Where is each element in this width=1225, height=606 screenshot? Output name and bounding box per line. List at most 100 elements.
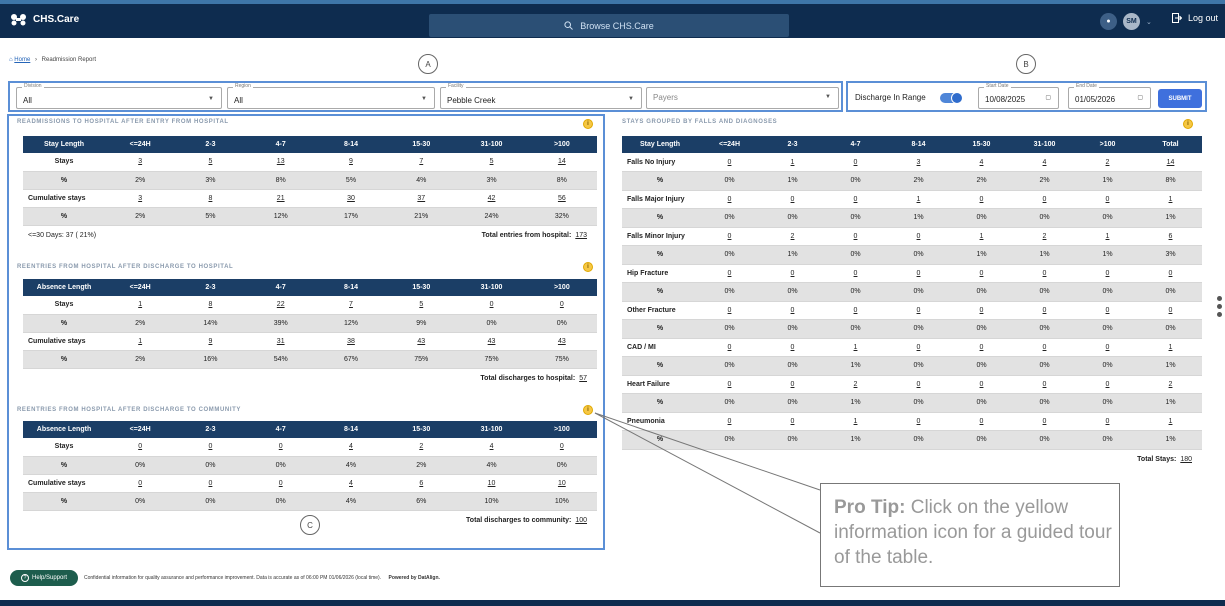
region-select[interactable]: Region All ▼ bbox=[227, 83, 435, 109]
cell-link[interactable]: 0 bbox=[208, 480, 212, 487]
cell-link[interactable]: 21 bbox=[277, 195, 285, 202]
cell-link[interactable]: 0 bbox=[560, 443, 564, 450]
cell-link[interactable]: 0 bbox=[728, 344, 732, 351]
reentries-hospital-info-icon[interactable]: i bbox=[583, 262, 593, 272]
cell-link[interactable]: 0 bbox=[980, 344, 984, 351]
cell-link[interactable]: 0 bbox=[1106, 270, 1110, 277]
user-menu[interactable]: SM ⌄ bbox=[1123, 13, 1152, 30]
breadcrumb-home-link[interactable]: Home bbox=[14, 57, 30, 63]
help-support-button[interactable]: ? Help/Support bbox=[10, 570, 78, 586]
cell-link[interactable]: 0 bbox=[1043, 344, 1047, 351]
cell-link[interactable]: 8 bbox=[208, 195, 212, 202]
cell-link[interactable]: 0 bbox=[854, 196, 858, 203]
cell-link[interactable]: 1 bbox=[854, 344, 858, 351]
cell-link[interactable]: 0 bbox=[917, 233, 921, 240]
cell-link[interactable]: 0 bbox=[728, 159, 732, 166]
cell-link[interactable]: 0 bbox=[1043, 307, 1047, 314]
cell-link[interactable]: 0 bbox=[854, 159, 858, 166]
cell-link[interactable]: 5 bbox=[208, 158, 212, 165]
start-date-field[interactable]: Start Date 10/08/2025 ▢ bbox=[978, 83, 1059, 109]
cell-link[interactable]: 2 bbox=[419, 443, 423, 450]
footer-total-link[interactable]: 57 bbox=[579, 375, 587, 382]
division-select[interactable]: Division All ▼ bbox=[16, 83, 222, 109]
cell-link[interactable]: 3 bbox=[138, 195, 142, 202]
cell-link[interactable]: 0 bbox=[138, 443, 142, 450]
cell-link[interactable]: 43 bbox=[558, 338, 566, 345]
cell-link[interactable]: 0 bbox=[917, 344, 921, 351]
cell-link[interactable]: 2 bbox=[1169, 381, 1173, 388]
cell-link[interactable]: 30 bbox=[347, 195, 355, 202]
cell-link[interactable]: 1 bbox=[791, 159, 795, 166]
cell-link[interactable]: 0 bbox=[917, 381, 921, 388]
cell-link[interactable]: 0 bbox=[208, 443, 212, 450]
cell-link[interactable]: 0 bbox=[728, 233, 732, 240]
cell-link[interactable]: 0 bbox=[1043, 270, 1047, 277]
facility-select[interactable]: Facility Pebble Creek ▼ bbox=[440, 83, 642, 109]
cell-link[interactable]: 4 bbox=[980, 159, 984, 166]
cell-link[interactable]: 0 bbox=[1043, 196, 1047, 203]
cell-link[interactable]: 14 bbox=[1167, 159, 1175, 166]
cell-link[interactable]: 0 bbox=[917, 270, 921, 277]
cell-link[interactable]: 22 bbox=[277, 301, 285, 308]
cell-link[interactable]: 6 bbox=[419, 480, 423, 487]
cell-link[interactable]: 0 bbox=[1043, 381, 1047, 388]
cell-link[interactable]: 1 bbox=[1169, 418, 1173, 425]
cell-link[interactable]: 0 bbox=[1169, 270, 1173, 277]
cell-link[interactable]: 5 bbox=[490, 158, 494, 165]
cell-link[interactable]: 7 bbox=[349, 301, 353, 308]
footer-total-link[interactable]: 173 bbox=[575, 232, 587, 239]
calendar-icon[interactable]: ▢ bbox=[1045, 94, 1051, 101]
cell-link[interactable]: 2 bbox=[1043, 233, 1047, 240]
end-date-field[interactable]: End Date 01/05/2026 ▢ bbox=[1068, 83, 1151, 109]
calendar-icon[interactable]: ▢ bbox=[1137, 94, 1143, 101]
cell-link[interactable]: 0 bbox=[728, 196, 732, 203]
cell-link[interactable]: 9 bbox=[208, 338, 212, 345]
cell-link[interactable]: 0 bbox=[917, 307, 921, 314]
cell-link[interactable]: 1 bbox=[1106, 233, 1110, 240]
cell-link[interactable]: 4 bbox=[349, 443, 353, 450]
readmissions-info-icon[interactable]: i bbox=[583, 119, 593, 129]
footer-total-link[interactable]: 180 bbox=[1180, 456, 1192, 463]
cell-link[interactable]: 0 bbox=[560, 301, 564, 308]
cell-link[interactable]: 0 bbox=[791, 307, 795, 314]
browse-search-input[interactable]: Browse CHS.Care bbox=[429, 14, 789, 37]
payers-select[interactable]: Payers ▼ bbox=[646, 87, 839, 109]
cell-link[interactable]: 43 bbox=[417, 338, 425, 345]
cell-link[interactable]: 0 bbox=[490, 301, 494, 308]
cell-link[interactable]: 0 bbox=[138, 480, 142, 487]
cell-link[interactable]: 0 bbox=[791, 381, 795, 388]
cell-link[interactable]: 0 bbox=[854, 270, 858, 277]
cell-link[interactable]: 42 bbox=[488, 195, 496, 202]
cell-link[interactable]: 1 bbox=[138, 301, 142, 308]
cell-link[interactable]: 0 bbox=[980, 381, 984, 388]
falls-info-icon[interactable]: i bbox=[1183, 119, 1193, 129]
cell-link[interactable]: 4 bbox=[1043, 159, 1047, 166]
cell-link[interactable]: 43 bbox=[488, 338, 496, 345]
cell-link[interactable]: 1 bbox=[1169, 196, 1173, 203]
cell-link[interactable]: 0 bbox=[854, 307, 858, 314]
discharge-in-range-toggle[interactable] bbox=[940, 92, 963, 104]
submit-button[interactable]: SUBMIT bbox=[1158, 89, 1202, 108]
cell-link[interactable]: 0 bbox=[980, 307, 984, 314]
cell-link[interactable]: 3 bbox=[917, 159, 921, 166]
cell-link[interactable]: 0 bbox=[728, 381, 732, 388]
cell-link[interactable]: 0 bbox=[854, 233, 858, 240]
cell-link[interactable]: 0 bbox=[279, 443, 283, 450]
cell-link[interactable]: 0 bbox=[980, 270, 984, 277]
notifications-button[interactable]: ● bbox=[1100, 13, 1117, 30]
cell-link[interactable]: 1 bbox=[917, 196, 921, 203]
cell-link[interactable]: 37 bbox=[417, 195, 425, 202]
cell-link[interactable]: 5 bbox=[419, 301, 423, 308]
cell-link[interactable]: 4 bbox=[349, 480, 353, 487]
cell-link[interactable]: 0 bbox=[1106, 381, 1110, 388]
cell-link[interactable]: 0 bbox=[1169, 307, 1173, 314]
cell-link[interactable]: 56 bbox=[558, 195, 566, 202]
cell-link[interactable]: 1 bbox=[980, 233, 984, 240]
cell-link[interactable]: 3 bbox=[138, 158, 142, 165]
cell-link[interactable]: 0 bbox=[980, 196, 984, 203]
footer-total-link[interactable]: 100 bbox=[575, 517, 587, 524]
cell-link[interactable]: 2 bbox=[1106, 159, 1110, 166]
cell-link[interactable]: 0 bbox=[1106, 196, 1110, 203]
cell-link[interactable]: 0 bbox=[917, 418, 921, 425]
cell-link[interactable]: 0 bbox=[728, 270, 732, 277]
